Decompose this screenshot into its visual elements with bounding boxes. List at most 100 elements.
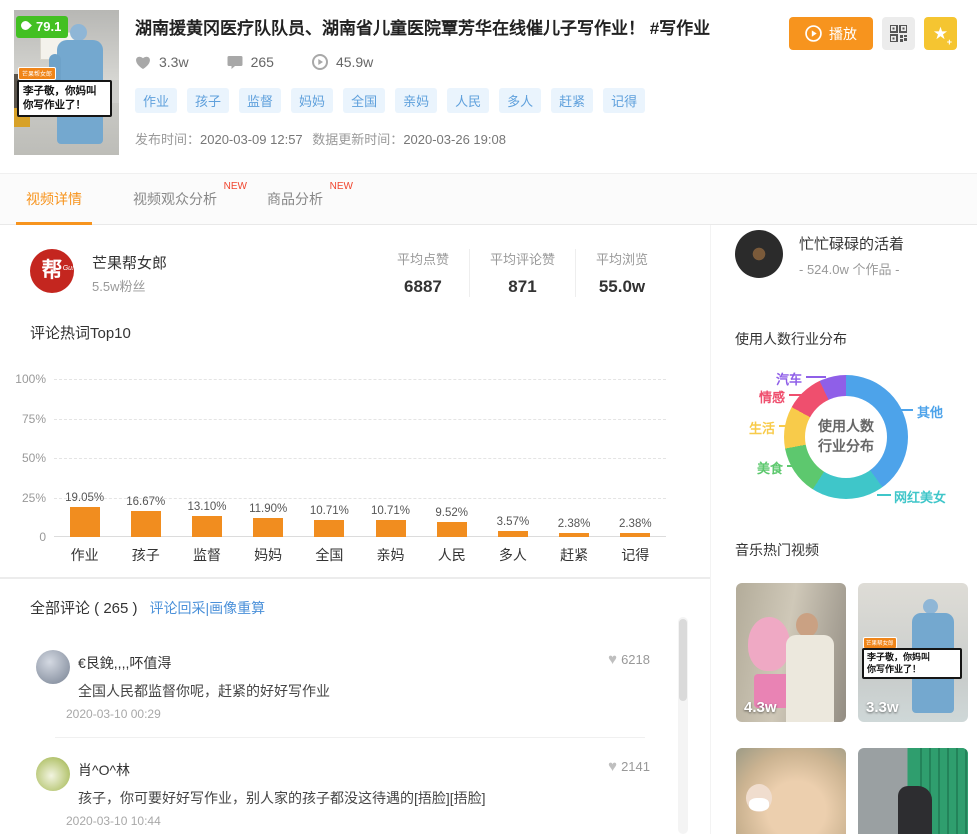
comments-count-title: 全部评论 ( 265 ) bbox=[30, 597, 138, 618]
bar-妈妈[interactable] bbox=[253, 518, 283, 537]
comments-recrawl-link[interactable]: 评论回采|画像重算 bbox=[150, 598, 266, 618]
comments-header: 全部评论 ( 265 ) 评论回采|画像重算 bbox=[30, 597, 265, 618]
comment-bubble-icon bbox=[227, 55, 243, 70]
bar-全国[interactable] bbox=[314, 520, 344, 537]
video-stats-row: 3.3w 265 45.9w bbox=[135, 54, 373, 70]
tab-product-analysis[interactable]: 商品分析 NEW bbox=[267, 174, 323, 225]
bar-赶紧[interactable] bbox=[559, 533, 589, 537]
video-views-overlay: 4.3w bbox=[744, 699, 777, 716]
donut-callout-line bbox=[877, 494, 891, 496]
y-tick: 75% bbox=[0, 412, 46, 426]
face-mask-shape bbox=[749, 798, 769, 811]
bar-作业[interactable] bbox=[70, 507, 100, 537]
video-analytics-page: 79.1 芒果帮女郎 李子敬，你妈叫 你写作业了！ 湖南援黄冈医疗队队员、湖南省… bbox=[0, 0, 977, 834]
hot-video-thumbnail[interactable]: 4.3w bbox=[736, 583, 846, 722]
tag-chip[interactable]: 赶紧 bbox=[551, 88, 593, 113]
tag-chip[interactable]: 监督 bbox=[239, 88, 281, 113]
bar-column: 9.52% bbox=[421, 507, 482, 537]
commenter-avatar[interactable] bbox=[36, 650, 70, 684]
person-coat-shape bbox=[786, 635, 834, 722]
video-title: 湖南援黄冈医疗队队员、湖南省儿童医院覃芳华在线催儿子写作业！ #写作业 bbox=[135, 17, 785, 41]
metric-avg-comment-likes: 平均评论赞 871 bbox=[469, 249, 575, 297]
commenter-name: €艮鋔,,,,吥值淂 bbox=[78, 653, 171, 673]
donut-label-情感: 情感 bbox=[759, 387, 785, 406]
bar-监督[interactable] bbox=[192, 516, 222, 537]
comment-likes: ♥ 2141 bbox=[608, 758, 650, 775]
new-badge: NEW bbox=[330, 182, 353, 192]
author-avatar[interactable]: 帮 Gu! bbox=[30, 249, 74, 293]
y-tick: 0 bbox=[0, 530, 46, 544]
video-header: 79.1 芒果帮女郎 李子敬，你妈叫 你写作业了！ 湖南援黄冈医疗队队员、湖南省… bbox=[0, 0, 977, 173]
tag-chip[interactable]: 妈妈 bbox=[291, 88, 333, 113]
play-icon bbox=[805, 25, 822, 42]
person-head-shape bbox=[796, 613, 818, 637]
hot-video-thumbnail[interactable]: 芒果帮女郎 李子敬，你妈叫 你写作业了！ 3.3w bbox=[858, 583, 968, 722]
average-metrics: 平均点赞 6887 平均评论赞 871 平均浏览 55.0w bbox=[377, 249, 668, 297]
update-time-label: 数据更新时间： bbox=[312, 132, 403, 147]
comments-count: 265 bbox=[251, 54, 274, 70]
keyword-tags-row: 作业 孩子 监督 妈妈 全国 亲妈 人民 多人 赶紧 记得 bbox=[135, 88, 645, 113]
play-button[interactable]: 播放 bbox=[789, 17, 873, 50]
video-thumbnail[interactable]: 79.1 芒果帮女郎 李子敬，你妈叫 你写作业了！ bbox=[14, 10, 119, 155]
tag-chip[interactable]: 记得 bbox=[603, 88, 645, 113]
bar-记得[interactable] bbox=[620, 533, 650, 537]
tab-video-detail[interactable]: 视频详情 bbox=[26, 174, 82, 225]
tag-chip[interactable]: 作业 bbox=[135, 88, 177, 113]
bar-column: 10.71% bbox=[299, 505, 360, 537]
bar-人民[interactable] bbox=[437, 522, 467, 537]
hot-video-thumbnail[interactable]: 结婚7年 bbox=[736, 748, 846, 834]
hot-score-value: 79.1 bbox=[36, 19, 61, 34]
donut-label-其他: 其他 bbox=[917, 402, 943, 421]
donut-label-汽车: 汽车 bbox=[776, 369, 802, 388]
donut-label-生活: 生活 bbox=[749, 418, 775, 437]
hot-video-thumbnail[interactable]: 尖椒鸡蛋这样炒不辣 又好吃 bbox=[858, 748, 968, 834]
tag-chip[interactable]: 多人 bbox=[499, 88, 541, 113]
bar-孩子[interactable] bbox=[131, 511, 161, 537]
metric-avg-views: 平均浏览 55.0w bbox=[575, 249, 668, 297]
y-tick: 100% bbox=[0, 372, 46, 386]
play-circle-icon bbox=[312, 54, 328, 70]
views-count: 45.9w bbox=[336, 54, 373, 70]
favorite-button[interactable]: ★+ bbox=[924, 17, 957, 50]
scrollbar-thumb[interactable] bbox=[679, 619, 687, 701]
tab-audience-analysis[interactable]: 视频观众分析 NEW bbox=[133, 174, 217, 225]
bars-container: 19.05% 16.67% 13.10% 11.90% 10.71% 10.71… bbox=[54, 379, 666, 537]
tag-chip[interactable]: 孩子 bbox=[187, 88, 229, 113]
heart-icon: ♥ bbox=[608, 758, 617, 775]
views-stat: 45.9w bbox=[312, 54, 373, 70]
plus-icon: + bbox=[947, 37, 952, 47]
bar-column: 19.05% bbox=[54, 492, 115, 537]
y-tick: 50% bbox=[0, 451, 46, 465]
bar-column: 13.10% bbox=[176, 501, 237, 537]
bar-column: 2.38% bbox=[544, 518, 605, 537]
bar-亲妈[interactable] bbox=[376, 520, 406, 537]
likes-count: 3.3w bbox=[159, 54, 189, 70]
comment-likes: ♥ 6218 bbox=[608, 651, 650, 668]
author-name[interactable]: 芒果帮女郎 bbox=[92, 252, 167, 273]
publish-info: 发布时间：2020-03-09 12:57 数据更新时间：2020-03-26 … bbox=[135, 129, 506, 148]
heart-icon bbox=[135, 55, 151, 70]
header-actions: 播放 ★+ bbox=[789, 17, 957, 50]
thumbnail-watermark: 芒果帮女郎 bbox=[18, 67, 56, 80]
person-head-shape bbox=[923, 599, 938, 614]
author-row: 帮 Gu! 芒果帮女郎 5.5w粉丝 平均点赞 6887 平均评论赞 871 平… bbox=[30, 249, 668, 297]
publish-time-label: 发布时间： bbox=[135, 132, 200, 147]
bar-column: 3.57% bbox=[482, 516, 543, 537]
music-record-avatar[interactable] bbox=[735, 230, 783, 278]
thumbnail-speech-bubble: 李子敬，你妈叫 你写作业了！ bbox=[17, 80, 112, 117]
tag-chip[interactable]: 全国 bbox=[343, 88, 385, 113]
commenter-avatar[interactable] bbox=[36, 757, 70, 791]
comment-divider bbox=[55, 737, 645, 738]
music-title[interactable]: 忙忙碌碌的活着 bbox=[799, 233, 904, 254]
person-shape bbox=[898, 786, 932, 834]
tag-chip[interactable]: 亲妈 bbox=[395, 88, 437, 113]
bar-多人[interactable] bbox=[498, 531, 528, 537]
bar-column: 10.71% bbox=[360, 505, 421, 537]
tag-chip[interactable]: 人民 bbox=[447, 88, 489, 113]
new-badge: NEW bbox=[224, 182, 247, 192]
video-views-overlay: 3.3w bbox=[866, 699, 899, 716]
comments-scrollbar[interactable] bbox=[678, 617, 688, 834]
hot-videos-title: 音乐热门视频 bbox=[735, 540, 819, 560]
sidebar: 忙忙碌碌的活着 - 524.0w 个作品 - 使用人数行业分布 使用人数 行业分… bbox=[710, 225, 977, 834]
qr-code-button[interactable] bbox=[882, 17, 915, 50]
